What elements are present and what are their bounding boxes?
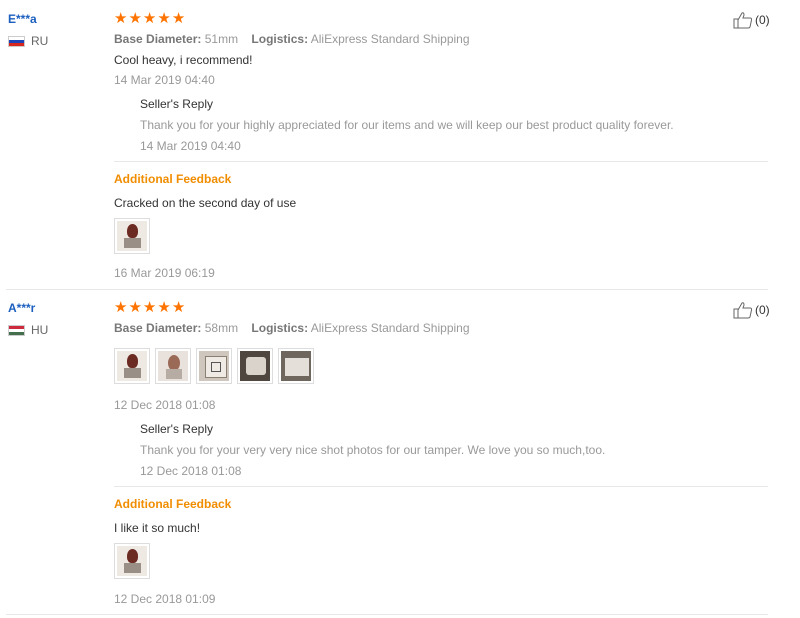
helpful-button[interactable]: (0)	[733, 11, 770, 29]
seller-reply-text: Thank you for your highly appreciated fo…	[140, 118, 674, 132]
feedback-photos	[114, 218, 150, 254]
additional-feedback-text: Cracked on the second day of use	[114, 196, 297, 210]
star-icon: ★	[157, 10, 171, 27]
star-icon: ★	[157, 299, 171, 316]
reviewer-country: HU	[8, 323, 48, 337]
review-date: 14 Mar 2019 04:40	[114, 73, 215, 87]
russia-flag-icon	[8, 35, 25, 47]
review-text: Cool heavy, i recommend!	[114, 53, 253, 67]
attr-key: Base Diameter:	[114, 321, 202, 335]
review-photo[interactable]	[196, 348, 232, 384]
star-icon: ★	[142, 10, 157, 27]
helpful-count: (0)	[755, 13, 770, 27]
country-code: HU	[31, 323, 49, 337]
divider	[114, 161, 768, 162]
star-icon: ★	[142, 299, 157, 316]
star-icon: ★	[128, 299, 142, 316]
reviewer-name[interactable]: A***r	[8, 301, 35, 315]
country-code: RU	[31, 34, 49, 48]
seller-reply-title: Seller's Reply	[140, 422, 213, 436]
additional-feedback-title: Additional Feedback	[114, 497, 232, 511]
thumbs-up-icon	[733, 12, 753, 29]
additional-feedback-date: 16 Mar 2019 06:19	[114, 266, 215, 280]
star-icon: ★	[128, 10, 142, 27]
review-attributes: Base Diameter: 51mm Logistics: AliExpres…	[114, 32, 480, 46]
divider	[114, 486, 768, 487]
additional-feedback-date: 12 Dec 2018 01:09	[114, 592, 216, 606]
review-divider	[6, 614, 768, 615]
attr-value: 58mm	[204, 321, 239, 335]
review-photo[interactable]	[114, 348, 150, 384]
star-rating: ★ ★ ★ ★ ★	[114, 11, 185, 26]
additional-feedback-title: Additional Feedback	[114, 172, 232, 186]
review-photo[interactable]	[155, 348, 191, 384]
attr-key: Base Diameter:	[114, 32, 202, 46]
attr-value: 51mm	[204, 32, 239, 46]
attr-key: Logistics:	[251, 32, 309, 46]
seller-reply-date: 14 Mar 2019 04:40	[140, 139, 241, 153]
star-icon: ★	[114, 10, 128, 27]
star-icon: ★	[171, 10, 186, 27]
feedback-photo[interactable]	[114, 218, 150, 254]
review-photos	[114, 348, 314, 384]
review-photo[interactable]	[278, 348, 314, 384]
reviewer-country: RU	[8, 34, 48, 48]
seller-reply-title: Seller's Reply	[140, 97, 213, 111]
review-attributes: Base Diameter: 58mm Logistics: AliExpres…	[114, 321, 480, 335]
star-icon: ★	[114, 299, 128, 316]
seller-reply-text: Thank you for your very very nice shot p…	[140, 443, 606, 457]
seller-reply-date: 12 Dec 2018 01:08	[140, 464, 242, 478]
additional-feedback-text: I like it so much!	[114, 521, 201, 535]
attr-key: Logistics:	[251, 321, 309, 335]
star-rating: ★ ★ ★ ★ ★	[114, 300, 185, 315]
attr-value: AliExpress Standard Shipping	[310, 32, 470, 46]
helpful-button[interactable]: (0)	[733, 301, 770, 319]
thumbs-up-icon	[733, 302, 753, 319]
attr-value: AliExpress Standard Shipping	[310, 321, 470, 335]
reviewer-name[interactable]: E***a	[8, 12, 37, 26]
feedback-photos	[114, 543, 150, 579]
review-divider	[6, 289, 768, 290]
hungary-flag-icon	[8, 324, 25, 336]
review-date: 12 Dec 2018 01:08	[114, 398, 216, 412]
star-icon: ★	[171, 299, 186, 316]
feedback-photo[interactable]	[114, 543, 150, 579]
helpful-count: (0)	[755, 303, 770, 317]
review-photo[interactable]	[237, 348, 273, 384]
